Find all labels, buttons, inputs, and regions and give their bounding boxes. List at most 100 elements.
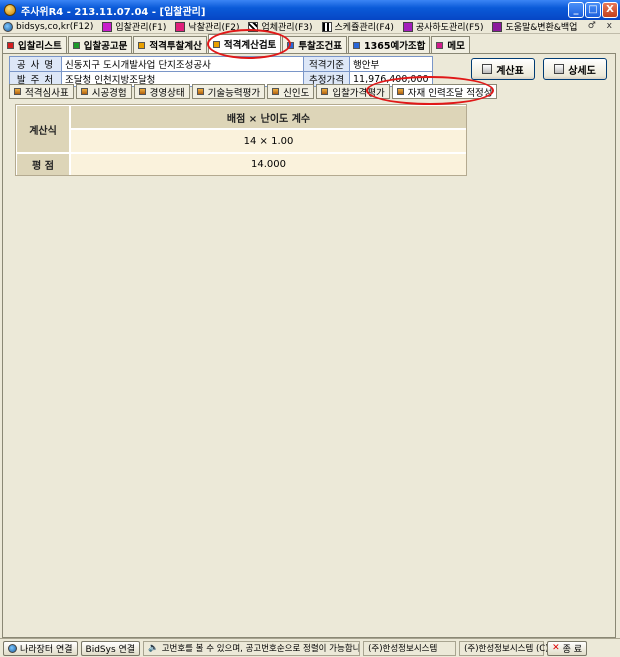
printer-icon	[554, 64, 565, 74]
tab-marker-icon	[212, 40, 220, 48]
criteria-value: 행안부	[349, 56, 433, 72]
tab-label: 투찰조건표	[298, 41, 343, 52]
menu-item-label: 스케쥴관리(F4)	[334, 23, 394, 33]
subtab-technical-ability[interactable]: 기술능력평가	[191, 84, 266, 99]
printer-icon	[482, 64, 493, 74]
tab-marker-icon	[353, 41, 361, 49]
status-notice-text: 고번호를 볼 수 있으며, 공고번호순으로 정렬이 가능합니다.	[161, 644, 361, 654]
formula-header: 배점 × 난이도 계수	[71, 106, 466, 129]
tab-memo[interactable]: 메모	[431, 36, 470, 53]
naraejangteo-connect-button[interactable]: 나라장터 연결	[3, 640, 78, 656]
subtab-marker-icon	[396, 88, 404, 95]
menu-item-label: 도움말&변환&백업	[505, 23, 578, 33]
calc-sheet-button[interactable]: 계산표	[471, 58, 535, 80]
tab-qualified-review[interactable]: 적격계산검토	[207, 34, 282, 53]
menu-item-label: 공사하도관리(F5)	[415, 23, 484, 33]
menu-bar: bidsys,co,kr(F12) 입찰관리(F1) 낙찰관리(F2) 업체관리…	[0, 20, 620, 34]
mdi-controls[interactable]: _ ♂ x	[572, 21, 616, 31]
tab-label: 적격계산검토	[223, 40, 277, 51]
subtab-credibility[interactable]: 신인도	[267, 84, 315, 99]
speaker-icon: 🔈	[148, 643, 159, 653]
tab-label: 메모	[447, 41, 465, 52]
company-icon	[248, 21, 259, 32]
calc-sheet-label: 계산표	[496, 65, 524, 77]
tab-marker-icon	[72, 41, 80, 49]
bid-icon	[102, 21, 113, 32]
tab-marker-icon	[7, 41, 14, 49]
detail-button[interactable]: 상세도	[543, 58, 607, 80]
subtab-label: 기술능력평가	[207, 87, 261, 99]
main-panel: 공 사 명 신동지구 도시개발사업 단지조성공사 적격기준 행안부 발 주 처 …	[2, 53, 616, 638]
status-bar: 나라장터 연결 BidSys 연결 🔈 고번호를 볼 수 있으며, 공고번호순으…	[0, 638, 620, 657]
subtab-marker-icon	[14, 88, 21, 95]
app-icon	[4, 4, 16, 16]
subtab-label: 자재 인력조달 적정성	[407, 87, 493, 99]
subtab-marker-icon	[80, 88, 88, 95]
menu-item-label: 낙찰관리(F2)	[188, 23, 240, 33]
criteria-label: 적격기준	[303, 56, 350, 72]
subtab-marker-icon	[321, 88, 329, 95]
bidsys-label: BidSys 연결	[85, 644, 136, 655]
menu-item-subcontract[interactable]: 공사하도관리(F5)	[402, 20, 484, 33]
menu-item-bid[interactable]: 입찰관리(F1)	[102, 20, 166, 33]
tab-marker-icon	[138, 41, 146, 49]
tab-bid-notice[interactable]: 입찰공고문	[67, 36, 133, 53]
status-notice: 🔈 고번호를 볼 수 있으며, 공고번호순으로 정렬이 가능합니다.	[143, 640, 361, 656]
score-value: 14.000	[71, 154, 466, 175]
naraejangteo-label: 나라장터 연결	[20, 644, 73, 655]
formula-label: 계산식	[17, 106, 69, 152]
menu-item-label: 업체관리(F3)	[261, 23, 313, 33]
subtab-material-labor[interactable]: 자재 인력조달 적정성	[391, 84, 498, 99]
bidsys-connect-button[interactable]: BidSys 연결	[80, 640, 141, 656]
menu-item-label: bidsys,co,kr(F12)	[16, 21, 94, 32]
status-company: (주)한성정보시스템	[363, 640, 457, 656]
exit-button[interactable]: ✕ 종 료	[547, 640, 588, 656]
project-name-value: 신동지구 도시개발사업 단지조성공사	[61, 56, 304, 72]
help-icon	[492, 21, 503, 32]
sub-tabs: 적격심사표 시공경험 경영상태 기술능력평가 신인도 입찰가격평가 자재 인력조…	[9, 84, 499, 99]
status-copyright: (주)한성정보시스템 (C)2008	[459, 640, 570, 656]
subtab-label: 신인도	[283, 87, 310, 99]
schedule-icon	[321, 21, 332, 32]
formula-value: 14 × 1.00	[71, 130, 466, 152]
tab-marker-icon	[436, 41, 444, 49]
tab-bid-conditions[interactable]: 투찰조건표	[282, 36, 348, 53]
subtab-qualification-sheet[interactable]: 적격심사표	[9, 84, 74, 99]
close-button[interactable]: X	[602, 2, 618, 18]
window-title: 주사위R4 - 213.11.07.04 - [입찰관리]	[21, 6, 206, 18]
subtab-marker-icon	[272, 88, 280, 95]
score-label: 평 점	[17, 154, 69, 175]
subtab-bid-price-eval[interactable]: 입찰가격평가	[316, 84, 390, 99]
tab-bid-list[interactable]: 입찰리스트	[2, 36, 67, 53]
project-name-label: 공 사 명	[9, 56, 62, 72]
tab-label: 적격투찰계산	[149, 41, 202, 52]
title-bar: 주사위R4 - 213.11.07.04 - [입찰관리] _ □ X	[0, 0, 620, 20]
subtab-management-status[interactable]: 경영상태	[133, 84, 190, 99]
menu-item-schedule[interactable]: 스케쥴관리(F4)	[321, 20, 394, 33]
menu-item-help[interactable]: 도움말&변환&백업	[492, 20, 577, 33]
globe-icon	[3, 21, 13, 32]
subtab-label: 적격심사표	[25, 87, 69, 99]
exit-label: 종 료	[562, 644, 583, 655]
tab-marker-icon	[287, 41, 295, 49]
close-icon: ✕	[552, 643, 560, 653]
maximize-button[interactable]: □	[585, 2, 601, 18]
main-tabs: 입찰리스트 입찰공고문 적격투찰계산 적격계산검토 투찰조건표 1365예가조합…	[2, 34, 471, 53]
award-icon	[175, 21, 186, 32]
window-controls: _ □ X	[568, 2, 618, 18]
tab-qualified-calc[interactable]: 적격투찰계산	[133, 36, 207, 53]
menu-item-company[interactable]: 업체관리(F3)	[248, 20, 313, 33]
tab-label: 1365예가조합	[364, 41, 426, 52]
detail-label: 상세도	[568, 65, 596, 77]
minimize-button[interactable]: _	[568, 2, 584, 18]
subtab-marker-icon	[138, 88, 146, 95]
subtab-label: 시공경험	[91, 87, 127, 99]
menu-item-award[interactable]: 낙찰관리(F2)	[175, 20, 239, 33]
subtab-label: 입찰가격평가	[332, 87, 385, 99]
calc-table: 계산식 배점 × 난이도 계수 14 × 1.00 평 점 14.000	[15, 104, 467, 176]
subtab-marker-icon	[196, 88, 204, 95]
tab-1365-combination[interactable]: 1365예가조합	[348, 36, 431, 53]
tab-label: 입찰리스트	[18, 41, 62, 52]
subtab-construction-experience[interactable]: 시공경험	[75, 84, 132, 99]
menu-item-bidsys[interactable]: bidsys,co,kr(F12)	[3, 21, 94, 32]
